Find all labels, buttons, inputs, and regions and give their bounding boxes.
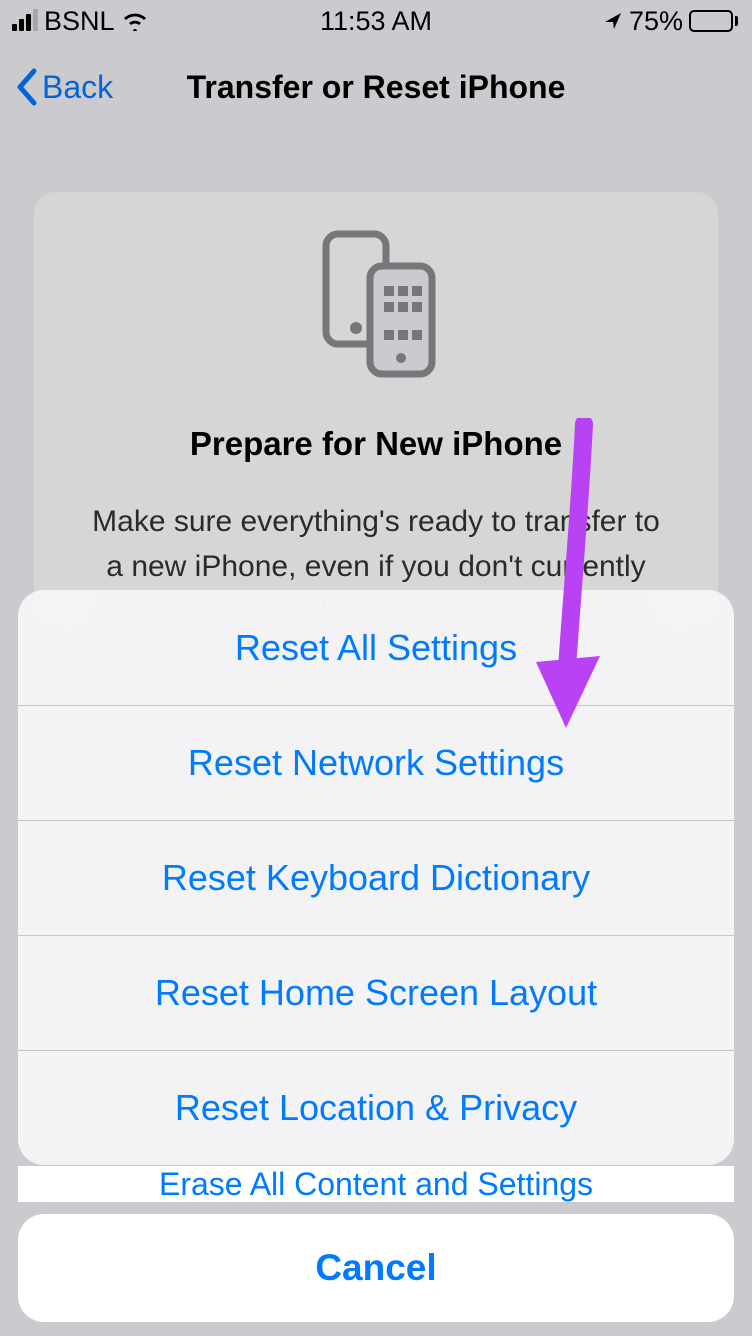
reset-network-settings-button[interactable]: Reset Network Settings — [18, 705, 734, 820]
wifi-icon — [121, 11, 149, 31]
status-right: 75% — [603, 6, 738, 37]
prepare-card: Prepare for New iPhone Make sure everyth… — [34, 192, 718, 634]
reset-keyboard-dictionary-button[interactable]: Reset Keyboard Dictionary — [18, 820, 734, 935]
reset-all-settings-button[interactable]: Reset All Settings — [18, 590, 734, 705]
card-title: Prepare for New iPhone — [80, 425, 672, 463]
status-left: BSNL — [12, 6, 149, 37]
erase-all-content-button[interactable]: Erase All Content and Settings — [18, 1166, 734, 1202]
back-button[interactable]: Back — [14, 68, 113, 106]
battery-icon — [689, 10, 738, 32]
reset-home-screen-layout-button[interactable]: Reset Home Screen Layout — [18, 935, 734, 1050]
status-bar: BSNL 11:53 AM 75% — [0, 0, 752, 42]
location-icon — [603, 11, 623, 31]
transfer-phones-icon — [316, 228, 436, 383]
chevron-left-icon — [14, 68, 38, 106]
content-area: Prepare for New iPhone Make sure everyth… — [0, 132, 752, 634]
back-label: Back — [42, 69, 113, 106]
reset-location-privacy-button[interactable]: Reset Location & Privacy — [18, 1050, 734, 1165]
carrier-label: BSNL — [44, 6, 115, 37]
battery-percent-label: 75% — [629, 6, 683, 37]
cancel-button[interactable]: Cancel — [18, 1214, 734, 1322]
nav-bar: Back Transfer or Reset iPhone — [0, 42, 752, 132]
cellular-signal-icon — [12, 11, 38, 31]
action-sheet: Reset All Settings Reset Network Setting… — [18, 590, 734, 1322]
action-group: Reset All Settings Reset Network Setting… — [18, 590, 734, 1165]
